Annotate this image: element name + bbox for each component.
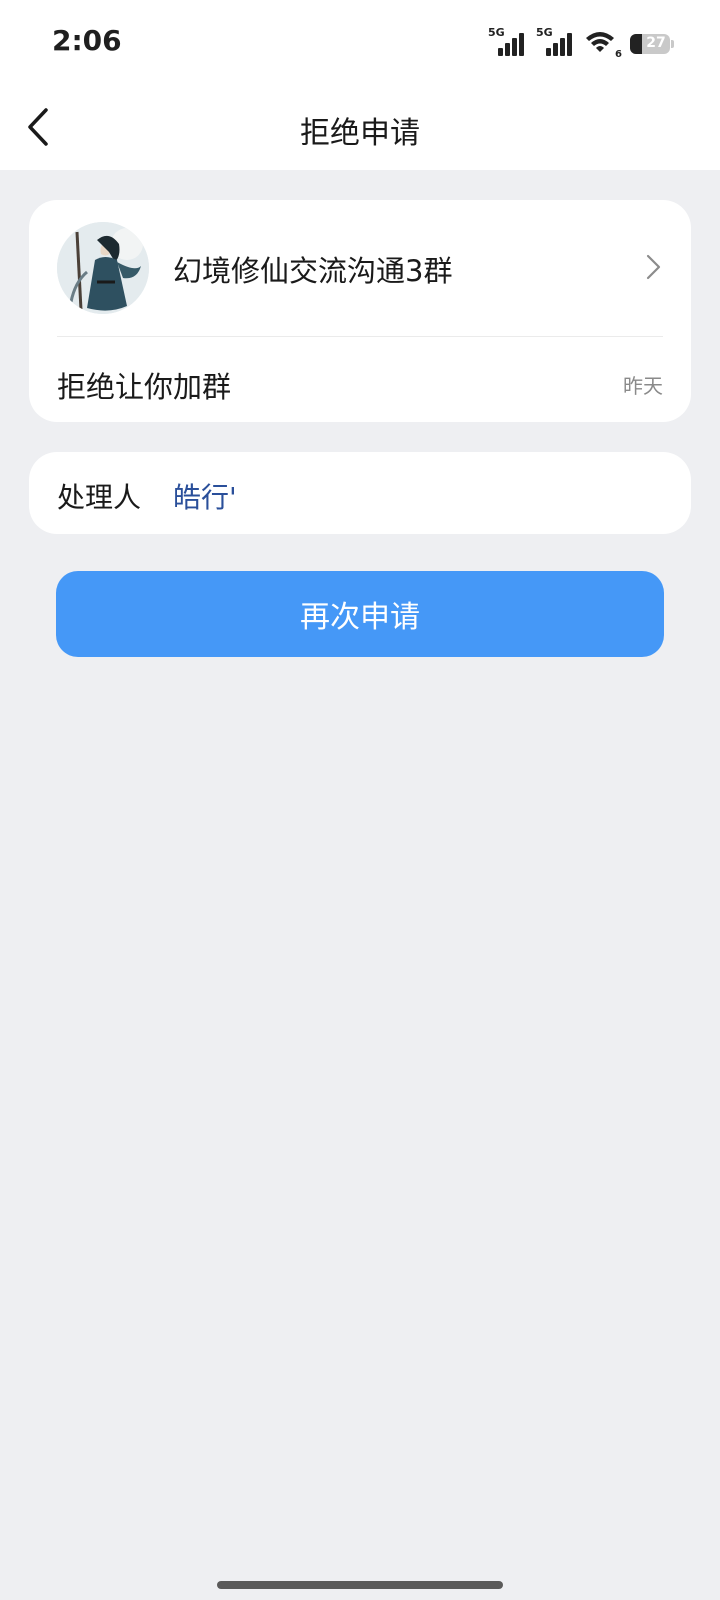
rejection-time: 昨天 bbox=[623, 374, 663, 398]
status-time: 2:06 bbox=[52, 24, 122, 57]
cellular-signal-icon: 5G bbox=[536, 26, 576, 58]
page-title: 拒绝申请 bbox=[300, 116, 420, 151]
group-row[interactable]: 幻境修仙交流沟通3群 bbox=[29, 200, 691, 336]
cellular-signal-icon: 5G bbox=[488, 26, 528, 58]
chevron-right-icon bbox=[646, 254, 661, 280]
network-type-label: 5G bbox=[536, 26, 553, 39]
group-name: 幻境修仙交流沟通3群 bbox=[173, 254, 453, 288]
wifi-standard-label: 6 bbox=[615, 49, 622, 60]
navigation-bar: 拒绝申请 bbox=[0, 84, 720, 170]
group-info-card: 幻境修仙交流沟通3群 拒绝让你加群 昨天 bbox=[29, 200, 691, 422]
handler-label: 处理人 bbox=[57, 481, 142, 514]
wifi-icon: 6 bbox=[584, 30, 622, 60]
group-avatar bbox=[57, 222, 149, 314]
battery-icon: 27 bbox=[630, 34, 674, 54]
reapply-button[interactable]: 再次申请 bbox=[56, 571, 664, 657]
home-indicator[interactable] bbox=[217, 1581, 503, 1589]
divider bbox=[57, 336, 663, 337]
handler-name-link[interactable]: 皓行' bbox=[173, 476, 237, 516]
status-bar: 2:06 5G 5G 6 27 bbox=[0, 0, 720, 84]
rejection-reason: 拒绝让你加群 bbox=[57, 370, 232, 404]
battery-level: 27 bbox=[646, 35, 666, 51]
status-icons: 5G 5G 6 27 bbox=[488, 24, 674, 60]
handler-card: 处理人 皓行' bbox=[29, 452, 691, 534]
network-type-label: 5G bbox=[488, 26, 505, 39]
